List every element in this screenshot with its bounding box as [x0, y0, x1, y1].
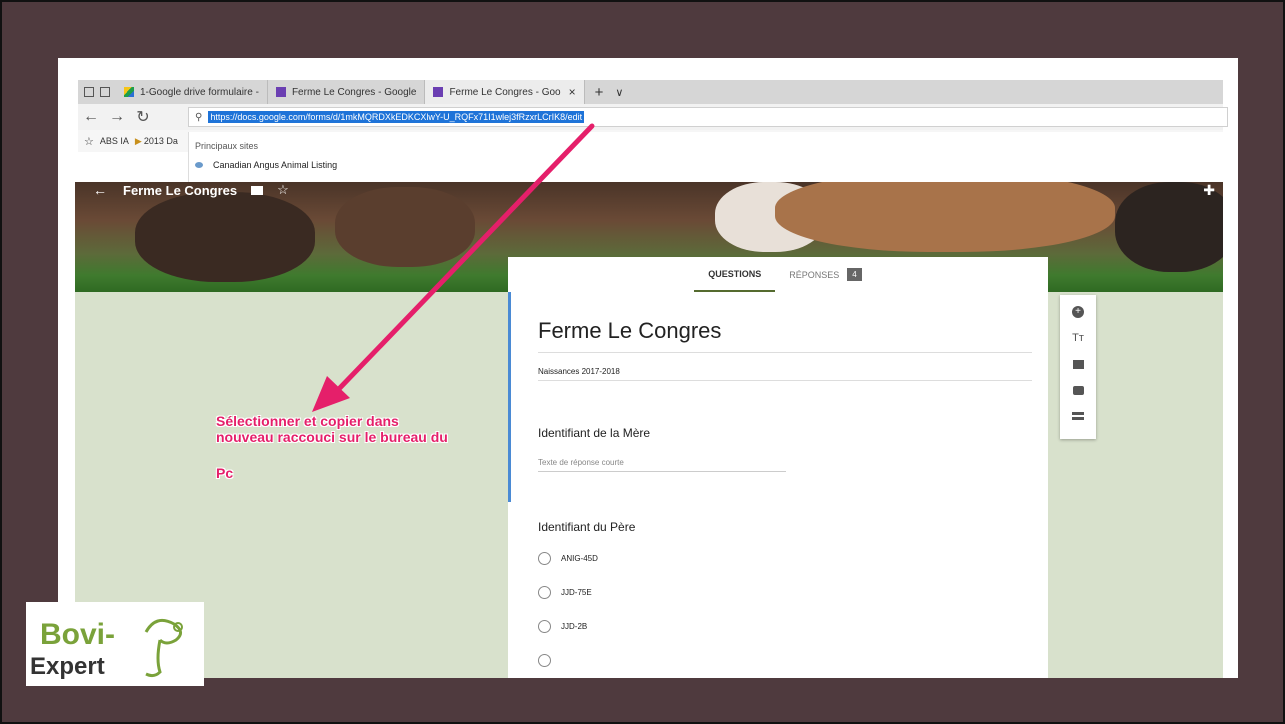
question-title[interactable]: Identifiant du Père: [538, 520, 635, 534]
text-size-icon: Tт: [1072, 332, 1084, 344]
add-title-button[interactable]: Tт: [1068, 328, 1088, 348]
radio-circle-icon: [538, 620, 551, 633]
radio-option[interactable]: JJD-75E: [538, 586, 592, 599]
tab-bar: 1-Google drive formulaire - Ferme Le Con…: [78, 80, 1223, 104]
form-tabs: QUESTIONS RÉPONSES 4: [508, 257, 1048, 292]
addon-puzzle-icon[interactable]: ✚: [1203, 182, 1215, 199]
bovi-expert-logo: Bovi- Expert: [26, 602, 204, 686]
back-arrow-icon[interactable]: ←: [93, 182, 107, 198]
address-bar[interactable]: ⚲ https://docs.google.com/forms/d/1mkMQR…: [188, 107, 1228, 127]
form-description[interactable]: Naissances 2017-2018: [538, 367, 1032, 381]
svg-text:Bovi-: Bovi-: [40, 618, 115, 651]
cow-image: [335, 187, 475, 267]
forward-arrow-icon[interactable]: →: [104, 108, 130, 126]
new-tab-button[interactable]: +: [595, 84, 604, 101]
option-label: ANIG-45D: [561, 554, 598, 563]
form-side-toolbar: + Tт: [1060, 295, 1096, 439]
star-icon[interactable]: ☆: [84, 135, 94, 148]
refresh-icon[interactable]: ↻: [130, 107, 156, 127]
focus-accent: [508, 292, 511, 502]
annotation-line: Pc: [216, 465, 234, 481]
star-icon[interactable]: ☆: [277, 182, 289, 198]
svg-text:Expert: Expert: [30, 653, 105, 680]
address-dropdown: Principaux sites Canadian Angus Animal L…: [188, 132, 1223, 182]
logo-image: Bovi- Expert: [30, 618, 183, 680]
option-label: JJD-75E: [561, 588, 592, 597]
tab-label: Ferme Le Congres - Google: [291, 86, 417, 98]
tab-google-drive[interactable]: 1-Google drive formulaire -: [116, 80, 268, 104]
close-icon[interactable]: ×: [569, 85, 576, 99]
add-circle-icon: +: [1072, 306, 1084, 318]
responses-count-badge: 4: [847, 268, 862, 281]
google-drive-icon: [124, 87, 134, 97]
cow-image: [775, 182, 1115, 252]
question-title[interactable]: Identifiant de la Mère: [538, 426, 650, 440]
radio-circle-icon: [538, 654, 551, 667]
chevron-down-icon[interactable]: ∨: [615, 86, 623, 99]
browser-window: 1-Google drive formulaire - Ferme Le Con…: [58, 58, 1238, 678]
tab-manager-icon[interactable]: [84, 87, 94, 97]
cow-image: [135, 192, 315, 282]
folder-icon[interactable]: [251, 185, 264, 195]
video-icon: [1072, 385, 1084, 395]
tab-label: Ferme Le Congres - Goo: [449, 86, 561, 98]
radio-option[interactable]: JJD-2B: [538, 620, 587, 633]
form-card: Ferme Le Congres Naissances 2017-2018 Id…: [508, 292, 1048, 678]
form-title[interactable]: Ferme Le Congres: [538, 318, 1032, 353]
add-video-button[interactable]: [1068, 380, 1088, 400]
tab-responses-label: RÉPONSES: [789, 269, 840, 280]
add-question-button[interactable]: +: [1068, 302, 1088, 322]
annotation-text: Sélectionner et copier dans nouveau racc…: [216, 413, 448, 481]
short-answer-placeholder: Texte de réponse courte: [538, 458, 786, 472]
favorite-item[interactable]: 2013 Da: [144, 136, 178, 146]
folder-icon: ▶: [134, 135, 142, 146]
tab-forms-2[interactable]: Ferme Le Congres - Goo ×: [425, 80, 585, 104]
url-text[interactable]: https://docs.google.com/forms/d/1mkMQRDX…: [208, 111, 585, 123]
dropdown-header: Principaux sites: [195, 141, 259, 151]
radio-option[interactable]: [538, 654, 561, 667]
google-forms-icon: [433, 87, 444, 97]
add-image-button[interactable]: [1068, 354, 1088, 374]
tab-forms-1[interactable]: Ferme Le Congres - Google: [268, 80, 426, 104]
radio-circle-icon: [538, 586, 551, 599]
section-icon: [1072, 412, 1084, 420]
tab-responses[interactable]: RÉPONSES 4: [789, 268, 862, 281]
form-header: ← Ferme Le Congres ☆: [93, 182, 289, 198]
tab-label: 1-Google drive formulaire -: [140, 86, 259, 98]
dropdown-item[interactable]: Canadian Angus Animal Listing: [195, 160, 337, 170]
radio-circle-icon: [538, 552, 551, 565]
image-icon: [1072, 359, 1084, 369]
add-section-button[interactable]: [1068, 406, 1088, 426]
option-label: JJD-2B: [561, 622, 588, 631]
annotation-line: nouveau raccouci sur le bureau du: [216, 429, 448, 445]
dropdown-item-label: Canadian Angus Animal Listing: [213, 160, 338, 170]
address-row: ← → ↻ ⚲ https://docs.google.com/forms/d/…: [78, 104, 1228, 130]
back-arrow-icon[interactable]: ←: [78, 108, 104, 126]
google-forms-icon: [275, 87, 286, 97]
set-aside-tabs-icon[interactable]: [100, 87, 110, 97]
radio-option[interactable]: ANIG-45D: [538, 552, 598, 565]
site-favicon-icon: [195, 162, 203, 168]
tab-questions[interactable]: QUESTIONS: [694, 257, 776, 292]
form-header-title: Ferme Le Congres: [123, 182, 238, 198]
search-icon: ⚲: [195, 111, 203, 123]
annotation-line: Sélectionner et copier dans: [216, 413, 399, 429]
favorite-item[interactable]: ABS IA: [100, 136, 129, 146]
